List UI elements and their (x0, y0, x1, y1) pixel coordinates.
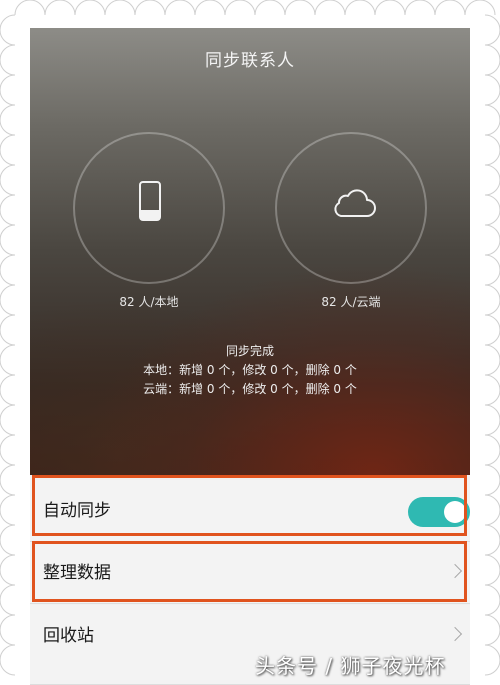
cloud-icon (334, 189, 376, 217)
auto-sync-row[interactable]: 自动同步 (30, 480, 470, 542)
organize-data-row[interactable]: 整理数据 (30, 542, 470, 604)
phone-screen: 同步联系人 82 人/本地 82 人/云端 同步完成 本地：新增 0 个，修改 … (30, 28, 470, 685)
organize-data-label: 整理数据 (43, 563, 111, 583)
sync-cloud-summary: 云端：新增 0 个，修改 0 个，删除 0 个 (143, 382, 357, 396)
cloud-contacts-circle[interactable] (275, 132, 427, 284)
toggle-knob (444, 501, 466, 523)
local-contact-count: 82 人/本地 (119, 295, 179, 309)
page-title: 同步联系人 (205, 51, 295, 71)
watermark-text: 头条号 / 狮子夜光杯 (255, 654, 446, 678)
sync-header-panel: 同步联系人 82 人/本地 82 人/云端 同步完成 本地：新增 0 个，修改 … (30, 28, 470, 475)
local-contacts-circle[interactable] (73, 132, 225, 284)
cloud-contact-count: 82 人/云端 (321, 295, 381, 309)
phone-icon (139, 181, 161, 221)
sync-local-summary: 本地：新增 0 个，修改 0 个，删除 0 个 (143, 363, 357, 377)
chevron-right-icon (447, 563, 463, 579)
chevron-right-icon (447, 626, 463, 642)
recycle-bin-label: 回收站 (43, 626, 94, 646)
auto-sync-toggle[interactable] (408, 497, 470, 527)
sync-status-title: 同步完成 (225, 344, 274, 358)
auto-sync-label: 自动同步 (43, 501, 111, 521)
